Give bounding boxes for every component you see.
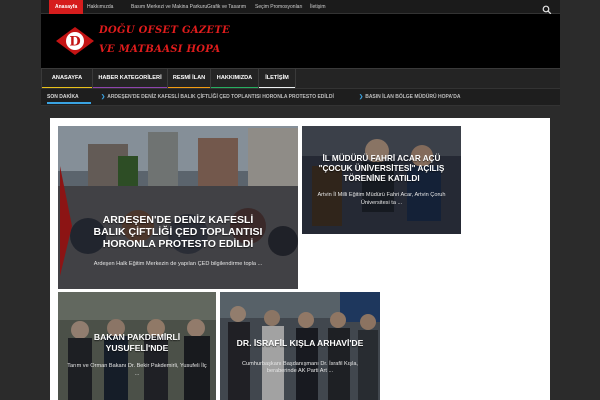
card-title: BAKAN PAKDEMİRLİ YUSUFELİ'NDE [93, 332, 181, 353]
chevron-right-icon: ❯ [101, 94, 106, 100]
ticker-item[interactable]: ❯ BASIN İLAN BÖLGE MÜDÜRÜ HOPA'DA [359, 89, 460, 105]
card-excerpt: Cumhurbaşkanı Başdanışmanı Dr. İsrafil K… [242, 360, 358, 375]
news-card[interactable]: BAKAN PAKDEMİRLİ YUSUFELİ'NDE Tarım ve O… [58, 292, 216, 400]
top-link-about[interactable]: Hakkımızda [81, 0, 119, 14]
top-link-print-center[interactable]: Basım Merkezi ve Makina Parkuru [125, 0, 213, 14]
chevron-right-icon: ❯ [359, 94, 364, 100]
nav-news-categories[interactable]: HABER KATEGORİLERİ [92, 69, 167, 89]
nav-contact[interactable]: İLETİŞİM [258, 69, 296, 89]
nav-official-ads[interactable]: RESMİ İLAN [167, 69, 210, 89]
ticker-label: SON DAKİKA [47, 89, 91, 105]
featured-news-card[interactable]: ARDEŞEN'DE DENİZ KAFESLİ BALIK ÇİFTLİĞİ … [58, 126, 298, 289]
card-title: İL MÜDÜRÜ FAHRİ ACAR AÇÜ "ÇOCUK ÜNİVERSİ… [318, 154, 445, 183]
top-link-graphic-design[interactable]: Grafik ve Tasarım [201, 0, 252, 14]
news-card[interactable]: DR. İSRAFİL KIŞLA ARHAVİ'DE Cumhurbaşkan… [220, 292, 380, 400]
site-logo[interactable]: D DOĞU OFSET GAZETE VE MATBAASI HOPA [55, 24, 230, 60]
card-excerpt: Artvin İl Milli Eğitim Müdürü Fahri Acar… [317, 192, 446, 206]
breaking-news-ticker: SON DAKİKA ❯ ARDEŞEN'DE DENİZ KAFESLİ BAL… [41, 88, 560, 106]
content-area: ARDEŞEN'DE DENİZ KAFESLİ BALIK ÇİFTLİĞİ … [50, 118, 550, 400]
ticker-item[interactable]: ❯ ARDEŞEN'DE DENİZ KAFESLİ BALIK ÇİFTLİĞİ… [101, 89, 334, 105]
logo-line-1: DOĞU OFSET GAZETE [99, 25, 231, 36]
site-header: D DOĞU OFSET GAZETE VE MATBAASI HOPA [41, 14, 560, 68]
top-bar: Anasayfa Hakkımızda Basım Merkezi ve Mak… [41, 0, 560, 15]
card-title: DR. İSRAFİL KIŞLA ARHAVİ'DE [236, 338, 364, 348]
card-excerpt: Ardeşen Halk Eğitim Merkezin de yapılan … [93, 261, 263, 267]
news-card[interactable]: İL MÜDÜRÜ FAHRİ ACAR AÇÜ "ÇOCUK ÜNİVERSİ… [302, 126, 461, 234]
nav-home[interactable]: ANASAYFA [41, 69, 92, 89]
main-navigation: ANASAYFA HABER KATEGORİLERİ RESMİ İLAN H… [41, 68, 560, 89]
logo-emblem-icon: D [55, 26, 95, 56]
top-link-election-promos[interactable]: Seçim Promosyonları [249, 0, 309, 14]
logo-line-2: VE MATBAASI HOPA [99, 44, 221, 55]
card-excerpt: Tarım ve Orman Bakanı Dr. Bekir Pakdemir… [67, 363, 207, 377]
top-link-contact[interactable]: İletişim [304, 0, 332, 14]
card-title: ARDEŞEN'DE DENİZ KAFESLİ BALIK ÇİFTLİĞİ … [93, 214, 263, 250]
nav-about[interactable]: HAKKIMIZDA [210, 69, 258, 89]
search-icon[interactable] [542, 2, 552, 15]
logo-letter: D [69, 35, 80, 50]
top-link-home[interactable]: Anasayfa [49, 0, 84, 14]
